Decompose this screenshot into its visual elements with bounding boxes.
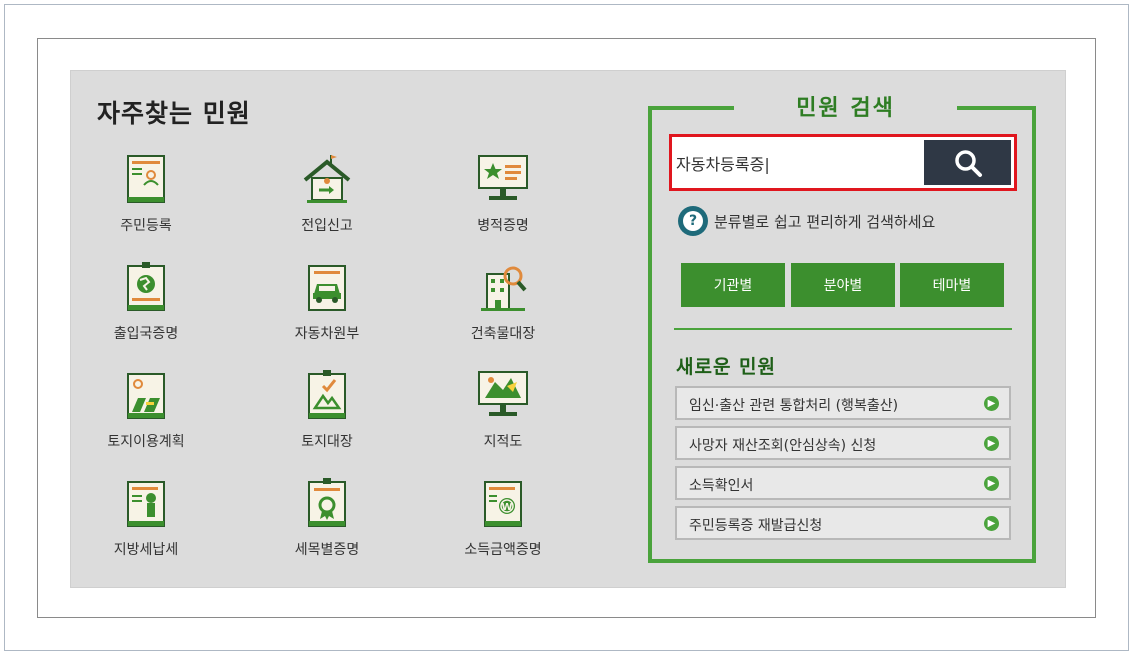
arrow-right-icon: ▶ (984, 516, 999, 531)
tile-tax-item-certificate[interactable]: 세목별증명 (237, 476, 417, 576)
tile-local-tax[interactable]: 지방세납세 (56, 476, 236, 576)
search-input[interactable] (676, 142, 923, 183)
tile-label: 세목별증명 (294, 542, 360, 558)
land-register-icon (308, 370, 346, 419)
tile-label: 출입국증명 (113, 326, 179, 342)
house-icon (303, 155, 351, 203)
search-icon (954, 149, 982, 177)
search-box-top-border (957, 106, 1036, 110)
tile-label: 전입신고 (301, 218, 353, 234)
tile-land-register[interactable]: 토지대장 (237, 368, 417, 468)
new-service-item[interactable]: 사망자 재산조회(안심상속) 신청 ▶ (675, 426, 1011, 460)
building-search-icon (481, 266, 527, 311)
new-service-item[interactable]: 소득확인서 ▶ (675, 466, 1011, 500)
tile-label: 건축물대장 (470, 326, 536, 342)
new-service-label: 임신·출산 관련 통합처리 (행복출산) (689, 398, 899, 414)
divider (674, 328, 1012, 330)
tile-label: 지적도 (483, 434, 523, 450)
tile-label: 병적증명 (477, 218, 529, 234)
arrow-right-icon: ▶ (984, 396, 999, 411)
tile-label: 토지대장 (301, 434, 353, 450)
arrow-right-icon: ▶ (984, 436, 999, 451)
tile-building-register[interactable]: 건축물대장 (413, 260, 593, 360)
globe-document-icon (127, 262, 165, 311)
tile-label: 지방세납세 (113, 542, 179, 558)
tile-cadastral-map[interactable]: 지적도 (413, 368, 593, 468)
new-service-label: 소득확인서 (689, 478, 754, 494)
tile-label: 소득금액증명 (464, 542, 542, 558)
service-search-title: 민원 검색 (796, 96, 895, 121)
search-highlight (669, 134, 1017, 191)
tile-military-service-certificate[interactable]: 병적증명 (413, 152, 593, 252)
id-card-icon (127, 155, 165, 203)
search-help: ? 분류별로 쉽고 편리하게 검색하세요 (678, 206, 935, 236)
tile-resident-registration[interactable]: 주민등록 (56, 152, 236, 252)
frequent-services-title: 자주찾는 민원 (97, 99, 251, 128)
search-help-text: 분류별로 쉽고 편리하게 검색하세요 (714, 212, 936, 231)
svg-text:W: W (501, 502, 512, 513)
land-plan-icon (127, 373, 165, 419)
tile-immigration-certificate[interactable]: 출입국증명 (56, 260, 236, 360)
tile-move-in-report[interactable]: 전입신고 (237, 152, 417, 252)
category-by-theme-button[interactable]: 테마별 (900, 263, 1004, 307)
certificate-icon (308, 478, 346, 527)
category-by-field-button[interactable]: 분야별 (791, 263, 895, 307)
income-certificate-icon: W (484, 481, 522, 527)
new-service-item[interactable]: 임신·출산 관련 통합처리 (행복출산) ▶ (675, 386, 1011, 420)
tile-label: 주민등록 (120, 218, 172, 234)
tile-land-use-plan[interactable]: 토지이용계획 (56, 368, 236, 468)
category-by-agency-button[interactable]: 기관별 (681, 263, 785, 307)
question-icon: ? (678, 206, 708, 236)
new-service-label: 주민등록증 재발급신청 (689, 518, 823, 534)
map-monitor-icon (478, 371, 528, 416)
tile-vehicle-register[interactable]: 자동차원부 (237, 260, 417, 360)
tax-document-icon (127, 481, 165, 527)
tile-income-certificate[interactable]: W 소득금액증명 (413, 476, 593, 576)
search-button[interactable] (924, 140, 1011, 185)
tile-label: 자동차원부 (294, 326, 360, 342)
new-service-item[interactable]: 주민등록증 재발급신청 ▶ (675, 506, 1011, 540)
search-box-top-border (648, 106, 734, 110)
monitor-star-icon (478, 155, 528, 200)
new-services-title: 새로운 민원 (676, 356, 777, 378)
new-service-label: 사망자 재산조회(안심상속) 신청 (689, 438, 877, 454)
tile-label: 토지이용계획 (107, 434, 185, 450)
arrow-right-icon: ▶ (984, 476, 999, 491)
car-document-icon (308, 265, 346, 311)
